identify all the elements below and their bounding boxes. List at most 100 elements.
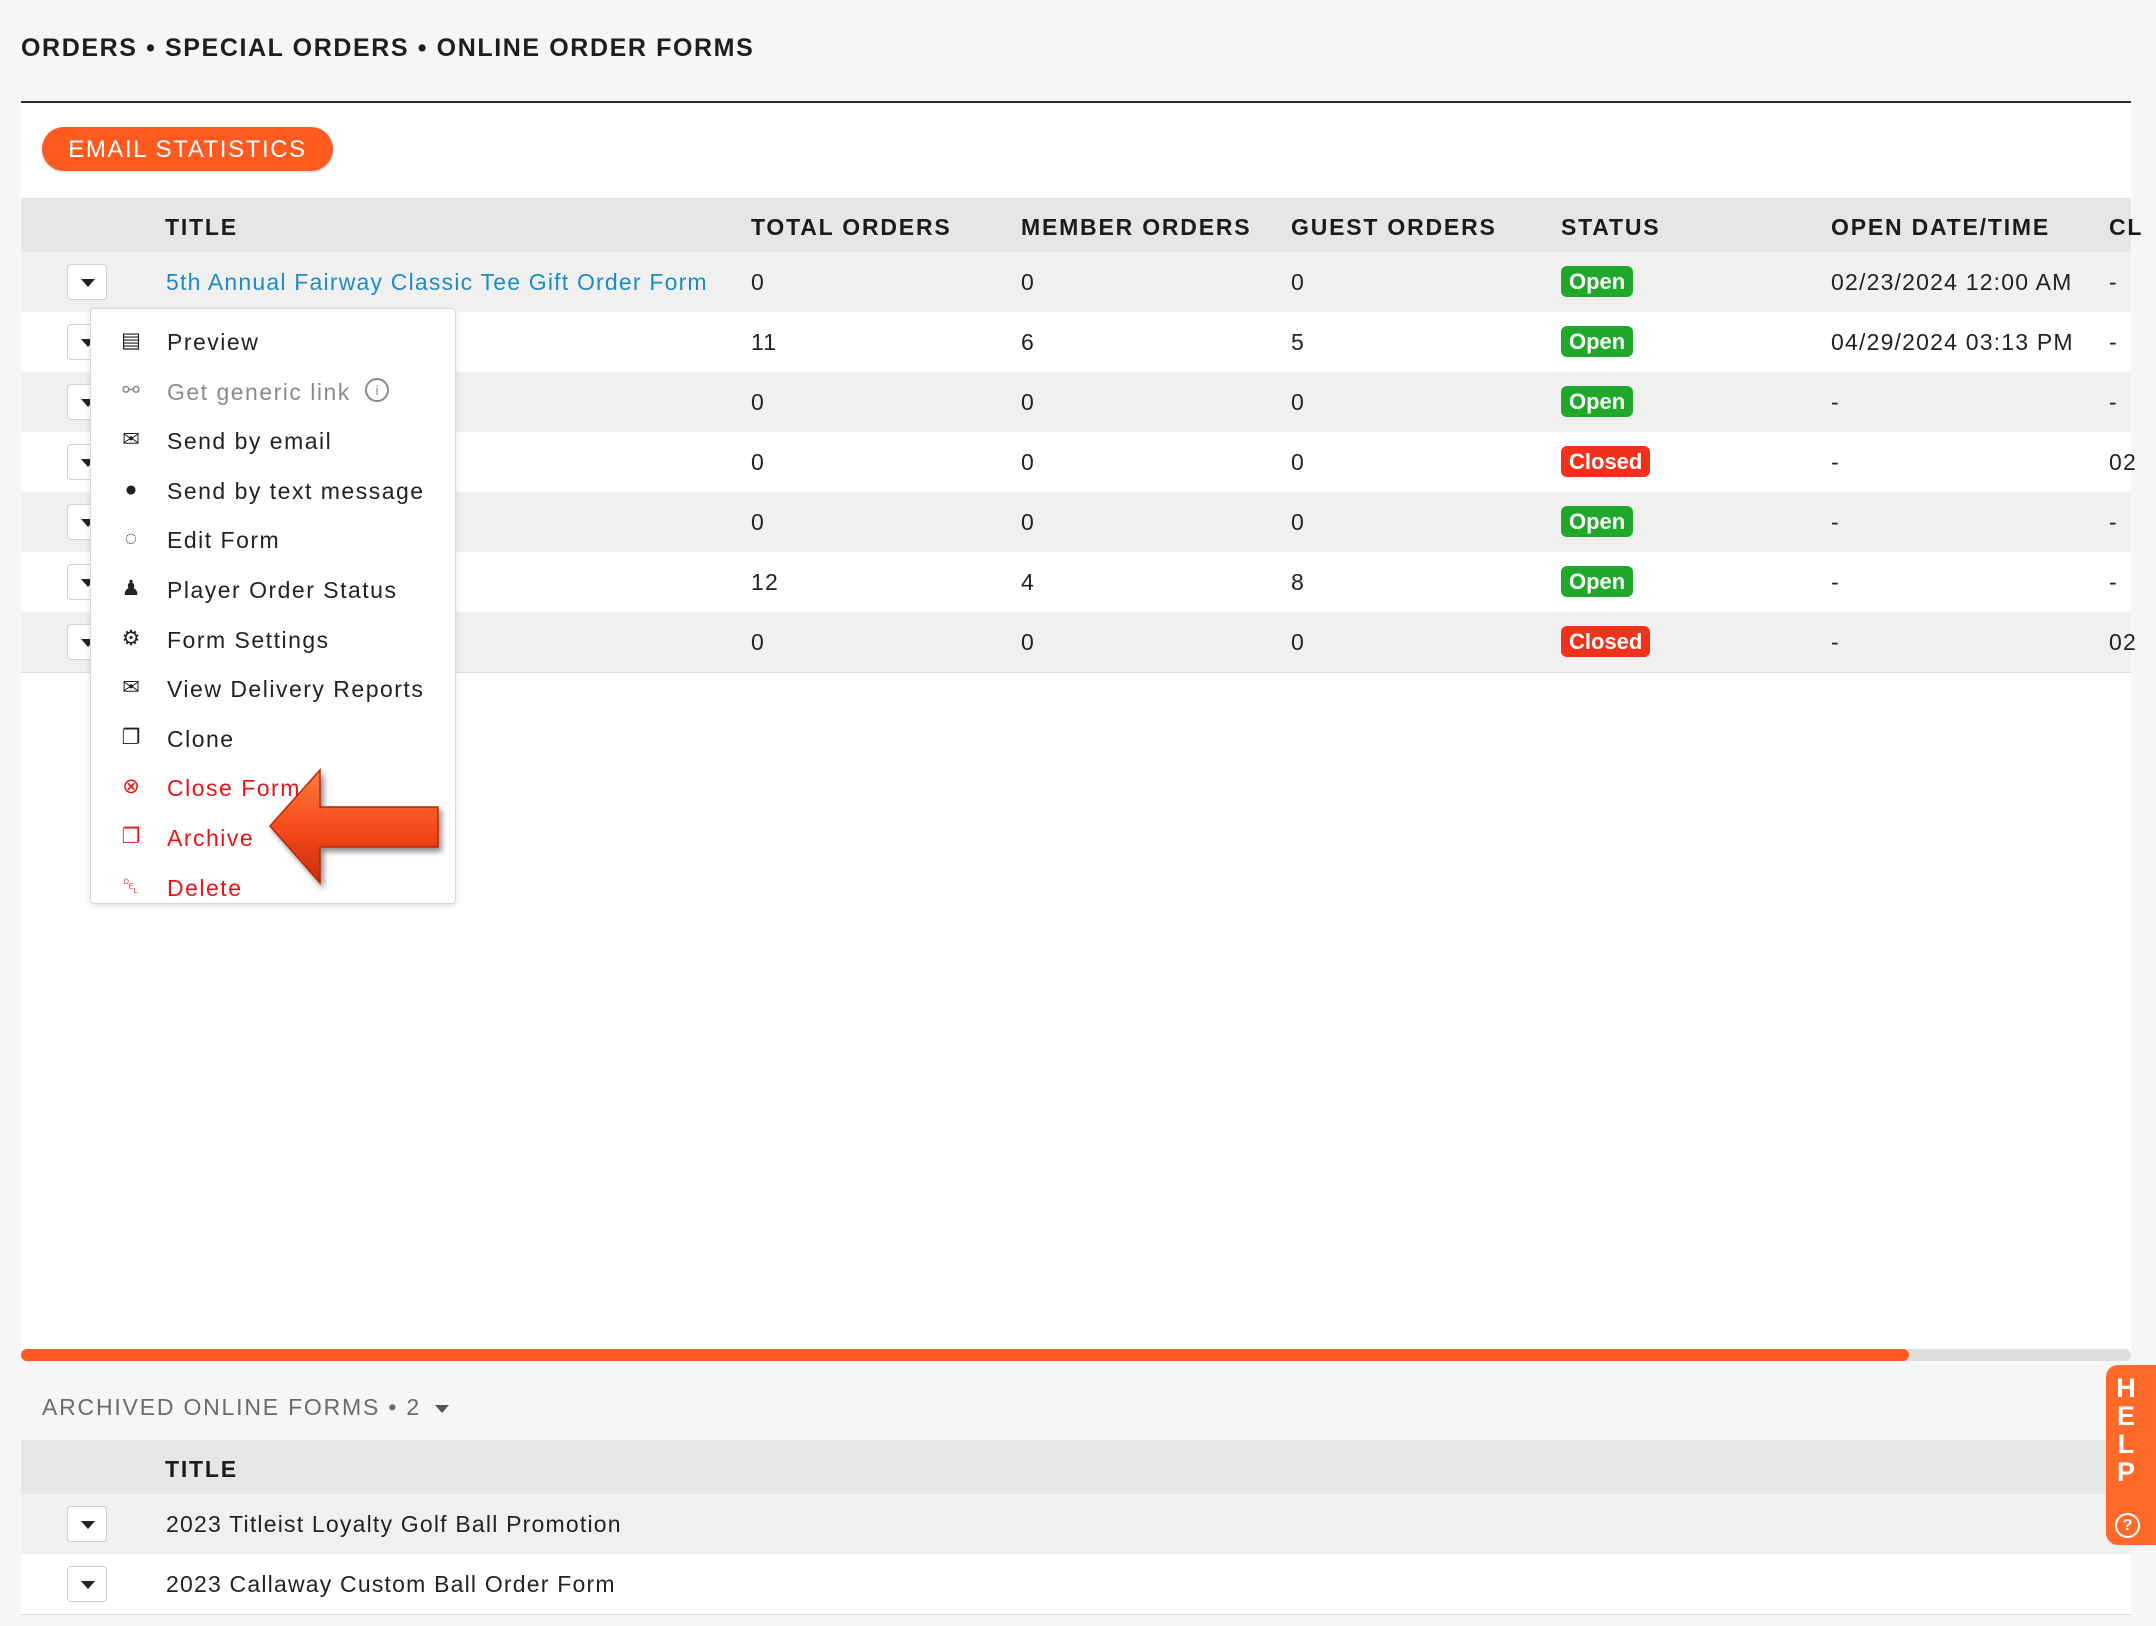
guest-orders-value: 0 xyxy=(1291,629,1305,655)
menu-item-clone[interactable]: ❐ Clone xyxy=(91,718,455,758)
total-orders-value: 0 xyxy=(751,449,765,475)
archived-form-title: 2023 Titleist Loyalty Golf Ball Promotio… xyxy=(166,1511,622,1537)
menu-item-get-generic-link[interactable]: ⚯ Get generic link i xyxy=(91,371,455,411)
menu-item-label: Send by email xyxy=(167,428,333,455)
total-orders-value: 0 xyxy=(751,629,765,655)
table-header: TITLE TOTAL ORDERS MEMBER ORDERS GUEST O… xyxy=(21,198,2141,254)
help-letter-h: H xyxy=(2116,1373,2136,1403)
total-orders-value: 11 xyxy=(751,329,778,355)
guest-orders-value: 0 xyxy=(1291,509,1305,535)
row-actions-toggle[interactable] xyxy=(67,264,107,300)
menu-item-preview[interactable]: ▤ Preview xyxy=(91,321,455,361)
breadcrumb: ORDERS • SPECIAL ORDERS • ONLINE ORDER F… xyxy=(21,34,755,62)
clone-icon: ❐ xyxy=(121,725,141,749)
menu-item-label: Preview xyxy=(167,329,260,355)
email-statistics-button[interactable]: EMAIL STATISTICS xyxy=(42,127,333,171)
column-title[interactable]: TITLE xyxy=(165,214,238,241)
menu-item-label: Clone xyxy=(167,725,235,752)
column-close-date-time[interactable]: CL xyxy=(2109,214,2143,241)
menu-item-label: Get generic link xyxy=(167,378,351,405)
status-badge: Closed xyxy=(1561,626,1651,657)
open-date-time-value: - xyxy=(1831,629,1840,655)
archived-table-header: TITLE xyxy=(21,1440,2131,1496)
form-title-link[interactable]: 5th Annual Fairway Classic Tee Gift Orde… xyxy=(166,269,708,296)
users-icon: ♟ xyxy=(121,577,141,600)
preview-icon: ▤ xyxy=(121,329,141,352)
column-total-orders[interactable]: TOTAL ORDERS xyxy=(751,214,952,241)
open-date-time-value: 04/29/2024 03:13 PM xyxy=(1831,329,2074,355)
archived-table-row[interactable]: 2023 Callaway Custom Ball Order Form xyxy=(21,1554,2131,1615)
edit-icon: ◌ xyxy=(124,527,138,551)
member-orders-value: 4 xyxy=(1021,569,1035,595)
member-orders-value: 0 xyxy=(1021,389,1035,415)
guest-orders-value: 8 xyxy=(1291,569,1305,595)
help-letter-e: E xyxy=(2116,1401,2135,1431)
guest-orders-value: 5 xyxy=(1291,329,1305,355)
archived-forms-label: ARCHIVED ONLINE FORMS xyxy=(42,1394,381,1420)
column-guest-orders[interactable]: GUEST ORDERS xyxy=(1291,214,1497,241)
menu-item-edit-form[interactable]: ◌ Edit Form xyxy=(91,519,455,559)
close-date-time-value: - xyxy=(2109,269,2118,295)
chat-icon: ● xyxy=(124,477,138,501)
menu-item-label: Form Settings xyxy=(167,626,330,653)
close-date-time-value: - xyxy=(2109,389,2118,415)
menu-item-player-order-status[interactable]: ♟ Player Order Status xyxy=(91,569,455,609)
link-icon: ⚯ xyxy=(122,378,140,402)
column-status[interactable]: STATUS xyxy=(1561,214,1660,241)
menu-item-label: Player Order Status xyxy=(167,577,398,603)
status-badge: Closed xyxy=(1561,446,1651,477)
help-tab[interactable]: H E L P ? xyxy=(2106,1365,2156,1545)
status-badge: Open xyxy=(1561,326,1634,357)
row-actions-toggle[interactable] xyxy=(67,1506,107,1542)
status-badge: Open xyxy=(1561,506,1634,537)
archived-column-title[interactable]: TITLE xyxy=(165,1456,238,1483)
total-orders-value: 0 xyxy=(751,509,765,535)
scrollbar-thumb[interactable] xyxy=(21,1349,1909,1361)
menu-item-form-settings[interactable]: ⚙ Form Settings xyxy=(91,619,455,659)
member-orders-value: 0 xyxy=(1021,449,1035,475)
member-orders-value: 6 xyxy=(1021,329,1035,355)
member-orders-value: 0 xyxy=(1021,269,1035,295)
column-open-date-time[interactable]: OPEN DATE/TIME xyxy=(1831,214,2050,241)
open-date-time-value: - xyxy=(1831,569,1840,595)
guest-orders-value: 0 xyxy=(1291,449,1305,475)
delivery-report-icon: ✉ xyxy=(122,676,140,700)
info-icon: i xyxy=(365,377,389,402)
menu-item-send-by-email[interactable]: ✉ Send by email xyxy=(91,420,455,460)
open-date-time-value: - xyxy=(1831,509,1840,535)
help-letter-l: L xyxy=(2117,1429,2135,1459)
total-orders-value: 12 xyxy=(751,569,779,595)
close-circle-icon: ⊗ xyxy=(122,775,140,799)
chevron-down-icon xyxy=(435,1404,450,1413)
guest-orders-value: 0 xyxy=(1291,269,1305,295)
menu-item-view-delivery-reports[interactable]: ✉ View Delivery Reports xyxy=(91,668,455,708)
status-badge: Open xyxy=(1561,266,1634,297)
status-badge: Open xyxy=(1561,386,1634,417)
question-circle-icon: ? xyxy=(2115,1513,2140,1538)
archived-table-row[interactable]: 2023 Titleist Loyalty Golf Ball Promotio… xyxy=(21,1494,2131,1555)
total-orders-value: 0 xyxy=(751,269,765,295)
archived-forms-toggle[interactable]: ARCHIVED ONLINE FORMS • 2 xyxy=(42,1394,450,1421)
member-orders-value: 0 xyxy=(1021,509,1035,535)
row-actions-toggle[interactable] xyxy=(67,1566,107,1602)
close-date-time-value: - xyxy=(2109,569,2118,595)
column-member-orders[interactable]: MEMBER ORDERS xyxy=(1021,214,1251,241)
status-badge: Open xyxy=(1561,566,1634,597)
close-date-time-value: 02 xyxy=(2109,629,2137,655)
archived-count: 2 xyxy=(406,1394,421,1420)
archive-icon: ❐ xyxy=(121,825,141,848)
help-letter-p: P xyxy=(2116,1457,2135,1487)
gear-icon: ⚙ xyxy=(121,626,141,650)
menu-item-send-by-text-message[interactable]: ● Send by text message xyxy=(91,470,455,510)
guest-orders-value: 0 xyxy=(1291,389,1305,415)
close-date-time-value: 02 xyxy=(2109,449,2137,475)
menu-item-label: Delete xyxy=(167,874,243,901)
open-date-time-value: 02/23/2024 12:00 AM xyxy=(1831,269,2073,295)
close-date-time-value: - xyxy=(2109,509,2118,535)
member-orders-value: 0 xyxy=(1021,629,1035,655)
email-icon: ✉ xyxy=(122,428,140,452)
menu-item-label: Edit Form xyxy=(167,527,281,554)
table-row[interactable]: 5th Annual Fairway Classic Tee Gift Orde… xyxy=(21,252,2131,313)
open-date-time-value: - xyxy=(1831,449,1840,475)
callout-arrow xyxy=(268,768,439,885)
